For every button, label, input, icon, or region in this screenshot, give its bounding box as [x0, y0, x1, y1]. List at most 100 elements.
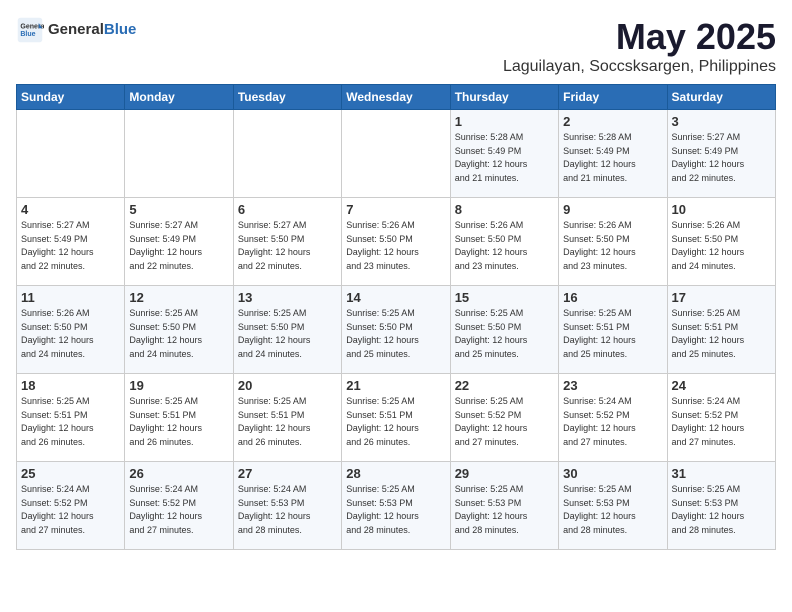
day-number: 23	[563, 378, 662, 393]
day-info: Sunrise: 5:25 AMSunset: 5:50 PMDaylight:…	[238, 307, 337, 361]
title-area: May 2025 Laguilayan, Soccsksargen, Phili…	[503, 16, 776, 76]
calendar-cell	[17, 110, 125, 198]
calendar-cell	[125, 110, 233, 198]
calendar-cell: 19Sunrise: 5:25 AMSunset: 5:51 PMDayligh…	[125, 374, 233, 462]
calendar-cell: 9 Sunrise: 5:26 AMSunset: 5:50 PMDaylight…	[559, 198, 667, 286]
calendar-cell: 7Sunrise: 5:26 AMSunset: 5:50 PMDaylight…	[342, 198, 450, 286]
calendar-cell: 6 Sunrise: 5:27 AMSunset: 5:50 PMDaylight…	[233, 198, 341, 286]
day-info: Sunrise: 5:28 AMSunset: 5:49 PMDaylight:…	[455, 131, 554, 185]
header-tuesday: Tuesday	[233, 85, 341, 110]
day-info: Sunrise: 5:25 AMSunset: 5:53 PMDaylight:…	[672, 483, 771, 537]
day-number: 21	[346, 378, 445, 393]
day-info: Sunrise: 5:26 AMSunset: 5:50 PMDaylight:…	[672, 219, 771, 273]
header: General Blue GeneralBlue May 2025 Laguil…	[16, 16, 776, 76]
day-info: Sunrise: 5:26 AMSunset: 5:50 PMDaylight:…	[563, 219, 662, 273]
header-wednesday: Wednesday	[342, 85, 450, 110]
week-row-4: 18 Sunrise: 5:25 AMSunset: 5:51 PMDayligh…	[17, 374, 776, 462]
calendar-cell: 15 Sunrise: 5:25 AMSunset: 5:50 PMDayligh…	[450, 286, 558, 374]
day-info: Sunrise: 5:24 AMSunset: 5:52 PMDaylight:…	[21, 483, 120, 537]
day-info: Sunrise: 5:25 AMSunset: 5:51 PMDaylight:…	[346, 395, 445, 449]
header-saturday: Saturday	[667, 85, 775, 110]
calendar-cell: 27Sunrise: 5:24 AMSunset: 5:53 PMDayligh…	[233, 462, 341, 550]
calendar-cell: 23 Sunrise: 5:24 AMSunset: 5:52 PMDayligh…	[559, 374, 667, 462]
day-number: 29	[455, 466, 554, 481]
calendar-cell: 22 Sunrise: 5:25 AMSunset: 5:52 PMDayligh…	[450, 374, 558, 462]
day-info: Sunrise: 5:25 AMSunset: 5:51 PMDaylight:…	[238, 395, 337, 449]
day-number: 14	[346, 290, 445, 305]
day-info: Sunrise: 5:25 AMSunset: 5:50 PMDaylight:…	[346, 307, 445, 361]
calendar-cell: 24 Sunrise: 5:24 AMSunset: 5:52 PMDayligh…	[667, 374, 775, 462]
day-number: 18	[21, 378, 120, 393]
calendar-cell: 13Sunrise: 5:25 AMSunset: 5:50 PMDayligh…	[233, 286, 341, 374]
calendar-cell: 8 Sunrise: 5:26 AMSunset: 5:50 PMDaylight…	[450, 198, 558, 286]
header-friday: Friday	[559, 85, 667, 110]
calendar-cell: 18 Sunrise: 5:25 AMSunset: 5:51 PMDayligh…	[17, 374, 125, 462]
day-number: 28	[346, 466, 445, 481]
week-row-3: 11 Sunrise: 5:26 AMSunset: 5:50 PMDayligh…	[17, 286, 776, 374]
day-number: 11	[21, 290, 120, 305]
day-info: Sunrise: 5:25 AMSunset: 5:50 PMDaylight:…	[455, 307, 554, 361]
calendar-cell: 11 Sunrise: 5:26 AMSunset: 5:50 PMDayligh…	[17, 286, 125, 374]
logo: General Blue GeneralBlue	[16, 16, 136, 44]
day-info: Sunrise: 5:25 AMSunset: 5:53 PMDaylight:…	[346, 483, 445, 537]
day-info: Sunrise: 5:24 AMSunset: 5:52 PMDaylight:…	[563, 395, 662, 449]
day-number: 4	[21, 202, 120, 217]
day-number: 5	[129, 202, 228, 217]
day-number: 7	[346, 202, 445, 217]
day-number: 10	[672, 202, 771, 217]
day-number: 17	[672, 290, 771, 305]
calendar-cell: 12Sunrise: 5:25 AMSunset: 5:50 PMDayligh…	[125, 286, 233, 374]
calendar-cell: 17Sunrise: 5:25 AMSunset: 5:51 PMDayligh…	[667, 286, 775, 374]
calendar-cell: 28 Sunrise: 5:25 AMSunset: 5:53 PMDayligh…	[342, 462, 450, 550]
logo-text: GeneralBlue	[48, 21, 136, 39]
day-info: Sunrise: 5:24 AMSunset: 5:53 PMDaylight:…	[238, 483, 337, 537]
day-info: Sunrise: 5:24 AMSunset: 5:52 PMDaylight:…	[672, 395, 771, 449]
day-info: Sunrise: 5:27 AMSunset: 5:49 PMDaylight:…	[129, 219, 228, 273]
day-info: Sunrise: 5:25 AMSunset: 5:53 PMDaylight:…	[563, 483, 662, 537]
week-row-5: 25 Sunrise: 5:24 AMSunset: 5:52 PMDayligh…	[17, 462, 776, 550]
calendar-cell: 1 Sunrise: 5:28 AMSunset: 5:49 PMDaylight…	[450, 110, 558, 198]
day-number: 3	[672, 114, 771, 129]
day-number: 15	[455, 290, 554, 305]
header-thursday: Thursday	[450, 85, 558, 110]
day-info: Sunrise: 5:26 AMSunset: 5:50 PMDaylight:…	[455, 219, 554, 273]
calendar-cell: 26 Sunrise: 5:24 AMSunset: 5:52 PMDayligh…	[125, 462, 233, 550]
day-info: Sunrise: 5:24 AMSunset: 5:52 PMDaylight:…	[129, 483, 228, 537]
calendar-cell: 16Sunrise: 5:25 AMSunset: 5:51 PMDayligh…	[559, 286, 667, 374]
calendar-cell: 31 Sunrise: 5:25 AMSunset: 5:53 PMDayligh…	[667, 462, 775, 550]
calendar-cell: 29 Sunrise: 5:25 AMSunset: 5:53 PMDayligh…	[450, 462, 558, 550]
month-title: May 2025	[503, 16, 776, 58]
calendar-cell: 30Sunrise: 5:25 AMSunset: 5:53 PMDayligh…	[559, 462, 667, 550]
day-info: Sunrise: 5:27 AMSunset: 5:50 PMDaylight:…	[238, 219, 337, 273]
calendar-cell: 21 Sunrise: 5:25 AMSunset: 5:51 PMDayligh…	[342, 374, 450, 462]
location-title: Laguilayan, Soccsksargen, Philippines	[503, 58, 776, 76]
day-number: 20	[238, 378, 337, 393]
calendar-cell: 4 Sunrise: 5:27 AMSunset: 5:49 PMDaylight…	[17, 198, 125, 286]
header-monday: Monday	[125, 85, 233, 110]
svg-text:Blue: Blue	[20, 31, 35, 38]
day-number: 6	[238, 202, 337, 217]
day-info: Sunrise: 5:25 AMSunset: 5:50 PMDaylight:…	[129, 307, 228, 361]
day-number: 19	[129, 378, 228, 393]
day-number: 1	[455, 114, 554, 129]
day-info: Sunrise: 5:27 AMSunset: 5:49 PMDaylight:…	[21, 219, 120, 273]
calendar-cell: 14 Sunrise: 5:25 AMSunset: 5:50 PMDayligh…	[342, 286, 450, 374]
day-number: 26	[129, 466, 228, 481]
day-info: Sunrise: 5:25 AMSunset: 5:51 PMDaylight:…	[21, 395, 120, 449]
calendar-cell	[233, 110, 341, 198]
day-info: Sunrise: 5:25 AMSunset: 5:51 PMDaylight:…	[563, 307, 662, 361]
day-info: Sunrise: 5:25 AMSunset: 5:53 PMDaylight:…	[455, 483, 554, 537]
day-number: 25	[21, 466, 120, 481]
calendar-table: SundayMondayTuesdayWednesdayThursdayFrid…	[16, 84, 776, 550]
day-number: 24	[672, 378, 771, 393]
day-info: Sunrise: 5:27 AMSunset: 5:49 PMDaylight:…	[672, 131, 771, 185]
day-info: Sunrise: 5:28 AMSunset: 5:49 PMDaylight:…	[563, 131, 662, 185]
calendar-cell: 2Sunrise: 5:28 AMSunset: 5:49 PMDaylight…	[559, 110, 667, 198]
day-number: 31	[672, 466, 771, 481]
day-number: 22	[455, 378, 554, 393]
day-number: 8	[455, 202, 554, 217]
day-number: 9	[563, 202, 662, 217]
day-info: Sunrise: 5:26 AMSunset: 5:50 PMDaylight:…	[21, 307, 120, 361]
week-row-2: 4 Sunrise: 5:27 AMSunset: 5:49 PMDaylight…	[17, 198, 776, 286]
day-info: Sunrise: 5:25 AMSunset: 5:52 PMDaylight:…	[455, 395, 554, 449]
